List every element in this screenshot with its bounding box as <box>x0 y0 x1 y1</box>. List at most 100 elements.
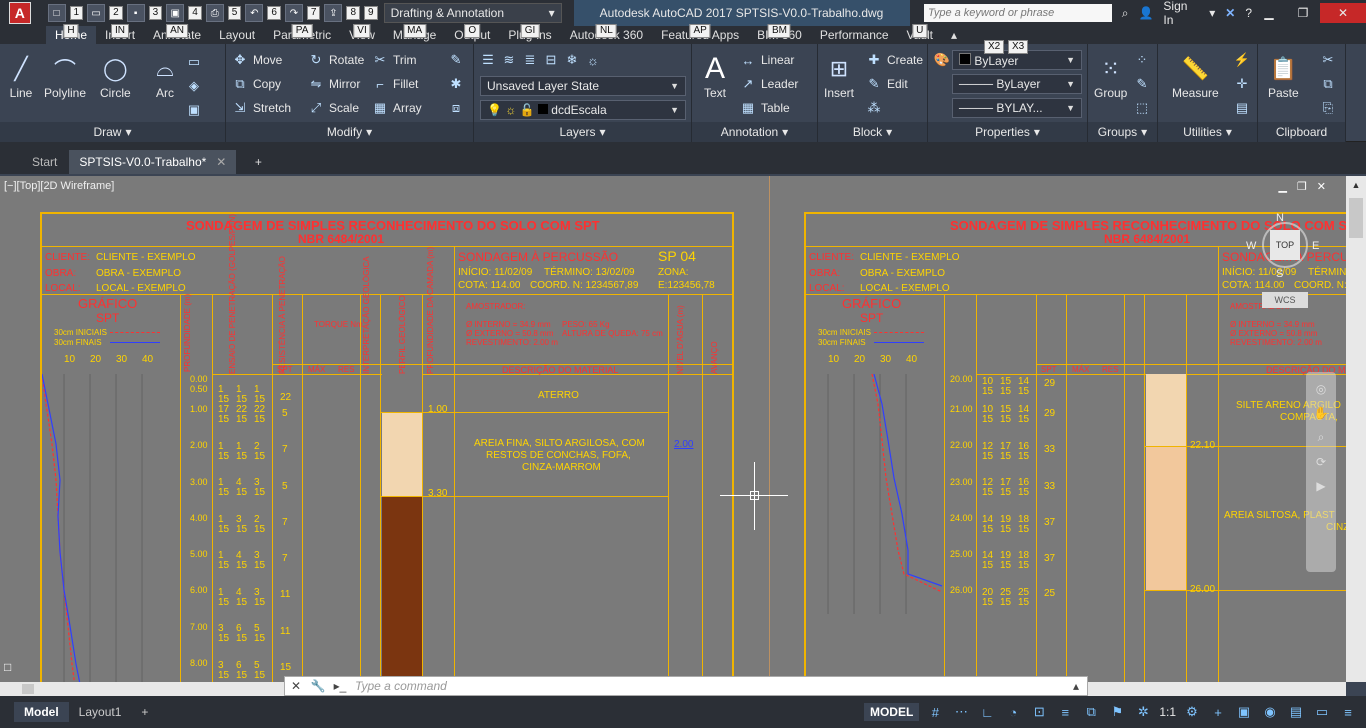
tab-model[interactable]: Model <box>14 702 69 722</box>
tab-home[interactable]: HomeH <box>46 24 97 44</box>
point-style-button[interactable]: ✛ <box>1234 74 1250 94</box>
tab-output[interactable]: OutputO <box>445 24 499 44</box>
grid-icon[interactable]: # <box>925 702 945 722</box>
scroll-up-icon[interactable]: ▲ <box>1346 176 1366 194</box>
workspace-dropdown[interactable]: Drafting & Annotation ▾ <box>383 3 562 23</box>
close-icon[interactable]: ✕ <box>1317 180 1326 193</box>
tab-annotate[interactable]: AnnotateAN <box>144 24 210 44</box>
compass-east[interactable]: E <box>1312 240 1319 252</box>
groups-panel-title[interactable]: Groups ▾ <box>1088 122 1157 142</box>
layer-dropdown[interactable]: 💡 ☼ 🔓 dcdEscala ▼ <box>480 100 686 120</box>
quick-select-button[interactable]: ⚡ <box>1234 50 1250 70</box>
tab-start[interactable]: Start <box>22 150 67 174</box>
compass-south[interactable]: S <box>1276 268 1283 280</box>
layers-panel-title[interactable]: Layers ▾ <box>474 122 691 142</box>
open-icon[interactable]: ▭ <box>87 4 106 22</box>
pan-icon[interactable]: ✋ <box>1314 406 1329 420</box>
fillet-button[interactable]: ⌐ Fillet <box>372 74 418 94</box>
annotation-visibility-icon[interactable]: ⚑ <box>1107 702 1127 722</box>
vertical-scrollbar[interactable]: ▲ <box>1346 176 1366 682</box>
command-prompt-icon[interactable]: ▸_ <box>329 679 351 693</box>
tab-vault[interactable]: VaultU <box>898 24 942 44</box>
modify-panel-title[interactable]: Modify ▾ <box>226 122 473 142</box>
linetype-dropdown[interactable]: ──── ByLayer ▼ <box>952 74 1082 94</box>
compass-west[interactable]: W <box>1246 240 1256 252</box>
cut-button[interactable]: ✂ <box>1320 50 1336 70</box>
ribbon-toggle-icon[interactable]: ▴ <box>942 26 966 44</box>
tab-layout1[interactable]: Layout1 <box>69 702 132 722</box>
help-icon[interactable]: ? <box>1245 6 1252 20</box>
tab-autodesk-360[interactable]: Autodesk 360 NL <box>561 24 652 44</box>
model-space-button[interactable]: MODEL <box>863 703 920 721</box>
block-panel-title[interactable]: Block ▾ <box>818 122 927 142</box>
customization-icon[interactable]: ≡ <box>1338 702 1358 722</box>
annotation-scale-icon[interactable]: ✲ <box>1133 702 1153 722</box>
close-icon[interactable]: ✕ <box>285 679 307 693</box>
exchange-apps-icon[interactable]: ✕ <box>1225 6 1235 20</box>
monitor-icon[interactable]: ▣ <box>1234 702 1254 722</box>
line-button[interactable]: ╱ Line <box>6 52 36 100</box>
sign-in-link[interactable]: Sign In <box>1163 0 1199 27</box>
tab-bim-360[interactable]: BIM 360BM <box>748 24 811 44</box>
copy-clip-button[interactable]: ⧉ <box>1320 74 1336 94</box>
draw-panel-title[interactable]: Draw ▾ <box>0 122 225 142</box>
linear-button[interactable]: ↔ Linear <box>740 50 795 70</box>
annotation-panel-title[interactable]: Annotation ▾ <box>692 122 817 142</box>
viewcube[interactable]: N S E W TOP WCS <box>1240 212 1330 322</box>
create-block-button[interactable]: ✚ Create <box>866 50 923 70</box>
zoom-icon[interactable]: ⌕ <box>1318 430 1325 445</box>
save-icon[interactable]: ▪ <box>126 4 145 22</box>
restore-icon[interactable]: ❐ <box>1286 3 1320 23</box>
calculator-button[interactable]: ▤ <box>1234 98 1250 118</box>
paste-button[interactable]: 📋 Paste <box>1268 52 1299 100</box>
boundary-button[interactable]: ▣ <box>186 100 202 120</box>
close-icon[interactable]: ✕ <box>1320 3 1366 23</box>
array-button[interactable]: ▦ Array <box>372 98 422 118</box>
gear-icon[interactable]: ⚙ <box>1182 702 1202 722</box>
group-select-button[interactable]: ⬚ <box>1134 98 1150 118</box>
group-edit-button[interactable]: ✎ <box>1134 74 1150 94</box>
rectangle-button[interactable]: ▭ <box>186 52 202 72</box>
hardware-icon[interactable]: ▤ <box>1286 702 1306 722</box>
plot-icon[interactable]: ⎙ <box>205 4 224 22</box>
scroll-thumb[interactable] <box>22 684 34 694</box>
clean-screen-icon[interactable]: ▭ <box>1312 702 1332 722</box>
share-icon[interactable]: ⇪ <box>324 4 343 22</box>
tab-insert[interactable]: InsertIN <box>96 24 144 44</box>
search-input[interactable]: Type a keyword or phrase <box>923 4 1112 22</box>
osnap-icon[interactable]: ⊡ <box>1029 702 1049 722</box>
customize-icon[interactable]: 🔧 <box>307 679 329 693</box>
scale-button[interactable]: ⤢ Scale <box>308 98 359 118</box>
tab-plug-ins[interactable]: Plug-insGI <box>499 24 560 44</box>
drawing-viewport[interactable]: [−][Top][2D Wireframe] ▁ ❐ ✕ SONDAGEM DE… <box>0 176 1346 682</box>
view-controls-label[interactable]: [−][Top][2D Wireframe] <box>4 180 114 192</box>
leader-button[interactable]: ↗ Leader <box>740 74 799 94</box>
user-icon[interactable]: 👤 <box>1138 6 1153 20</box>
redo-icon[interactable]: ↷ <box>284 4 303 22</box>
chevron-down-icon[interactable]: ▾ <box>1209 6 1215 20</box>
minimize-icon[interactable]: ▁ <box>1278 180 1286 193</box>
block-attributes-button[interactable]: ⁂ <box>866 98 882 118</box>
add-layout-icon[interactable]: + <box>131 702 158 722</box>
offset-button[interactable]: ⧈ <box>448 98 464 118</box>
mirror-button[interactable]: ⇋ Mirror <box>308 74 361 94</box>
circle-button[interactable]: ◯ Circle <box>100 52 131 100</box>
add-icon[interactable]: + <box>1208 702 1228 722</box>
layer-properties-button[interactable]: ☰ ≋ ≣ ⊟ ❄ ☼ <box>480 50 601 70</box>
polar-icon[interactable]: ◔ <box>1003 702 1023 722</box>
tab-view[interactable]: ViewVI <box>340 24 384 44</box>
trim-button[interactable]: ✂ Trim <box>372 50 417 70</box>
group-button[interactable]: ⁙ Group <box>1094 52 1127 100</box>
snap-icon[interactable]: ⋯ <box>951 702 971 722</box>
copy-base-button[interactable]: ⎘ <box>1320 98 1336 118</box>
viewcube-top-face[interactable]: TOP <box>1270 230 1300 260</box>
tab-parametric[interactable]: ParametricPA <box>264 24 340 44</box>
arc-button[interactable]: ⌓ Arc <box>150 52 180 100</box>
erase-button[interactable]: ✎ <box>448 50 464 70</box>
steering-wheel-icon[interactable]: ◎ <box>1316 382 1326 396</box>
new-icon[interactable]: □ <box>47 4 66 22</box>
match-properties-button[interactable]: 🎨 <box>934 50 950 70</box>
move-button[interactable]: ✥ Move <box>232 50 283 70</box>
minimize-icon[interactable]: ▁ <box>1252 3 1286 23</box>
edit-block-button[interactable]: ✎ Edit <box>866 74 908 94</box>
